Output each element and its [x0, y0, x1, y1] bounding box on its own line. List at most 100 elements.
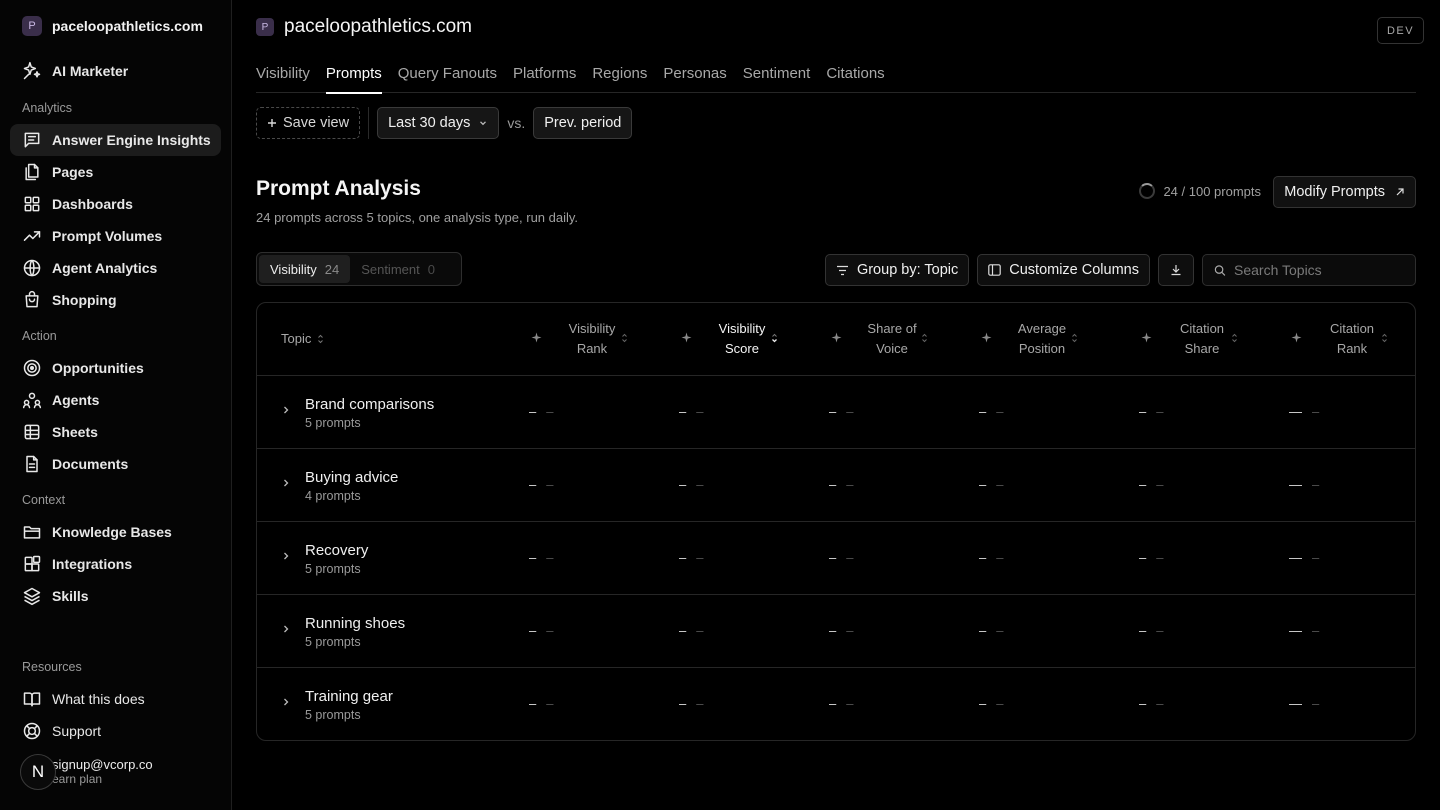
- tab-visibility[interactable]: Visibility: [256, 60, 310, 93]
- search-input[interactable]: [1234, 262, 1404, 278]
- document-icon: [26, 455, 38, 473]
- metric-delta: –: [696, 623, 704, 638]
- section-label-context: Context: [22, 493, 66, 507]
- sidebar-item-agents[interactable]: Agents: [10, 384, 221, 416]
- metric-cell: – –: [1139, 623, 1163, 638]
- chevron-right-icon[interactable]: [282, 405, 290, 415]
- column-header-share-of-voice[interactable]: Share of Voice: [831, 319, 981, 359]
- trending-up-icon: [23, 231, 41, 241]
- table-row[interactable]: Running shoes 5 prompts – – – – – – – – – – — –: [257, 595, 1415, 668]
- metric-cell: – –: [1139, 404, 1163, 419]
- save-view-button[interactable]: Save view: [256, 107, 361, 139]
- sidebar-item-ai-marketer[interactable]: AI Marketer: [10, 55, 221, 87]
- table-row[interactable]: Recovery 5 prompts – – – – – – – – – – — –: [257, 522, 1415, 595]
- metric-cell: – –: [829, 696, 853, 711]
- sidebar-item-label: Sheets: [52, 424, 98, 440]
- compare-period-label: Prev. period: [544, 115, 622, 131]
- column-header-visibility-rank[interactable]: Visibility Rank: [531, 319, 681, 359]
- metric-value: —: [1289, 696, 1302, 711]
- search-icon: [1214, 264, 1226, 276]
- metric-delta: –: [1156, 550, 1164, 565]
- metric-value: –: [979, 477, 987, 492]
- column-header-citation-share[interactable]: Citation Share: [1141, 319, 1291, 359]
- tab-citations[interactable]: Citations: [826, 60, 884, 93]
- segment-sentiment[interactable]: Sentiment 0: [350, 255, 446, 283]
- chevron-right-icon[interactable]: [282, 624, 290, 634]
- metric-delta: –: [846, 550, 854, 565]
- sidebar-item-prompt-volumes[interactable]: Prompt Volumes: [10, 220, 221, 252]
- sidebar-item-what-this-does[interactable]: What this does: [10, 683, 221, 715]
- table-row[interactable]: Training gear 5 prompts – – – – – – – – – – — –: [257, 668, 1415, 740]
- sidebar-item-dashboards[interactable]: Dashboards: [10, 188, 221, 220]
- metric-cell: – –: [979, 404, 1003, 419]
- topic-prompt-count: 4 prompts: [305, 489, 361, 503]
- sidebar-item-answer-engine-insights[interactable]: Answer Engine Insights: [10, 124, 221, 156]
- sparkle-icon: [531, 332, 542, 343]
- sidebar-item-opportunities[interactable]: Opportunities: [10, 352, 221, 384]
- download-icon: [1171, 265, 1181, 276]
- main-content: P paceloopathletics.com DEV Visibility P…: [256, 0, 1424, 810]
- metric-delta: –: [546, 404, 554, 419]
- metric-value: –: [1139, 404, 1147, 419]
- group-by-label: Group by: Topic: [856, 262, 959, 278]
- modify-prompts-button[interactable]: Modify Prompts: [1273, 176, 1416, 208]
- user-menu[interactable]: N signup@vcorp.co earn plan: [20, 754, 153, 790]
- metric-value: –: [829, 550, 837, 565]
- topic-name: Training gear: [305, 688, 393, 705]
- column-header-average-position[interactable]: Average Position: [981, 319, 1131, 359]
- column-header-line2: Rank: [1336, 341, 1368, 356]
- sidebar-item-agent-analytics[interactable]: Agent Analytics: [10, 252, 221, 284]
- sidebar-item-shopping[interactable]: Shopping: [10, 284, 221, 316]
- column-header-visibility-score[interactable]: Visibility Score: [681, 319, 831, 359]
- table-row[interactable]: Brand comparisons 5 prompts – – – – – – – – – – — –: [257, 376, 1415, 449]
- metric-cell: — –: [1289, 550, 1319, 565]
- sidebar-item-pages[interactable]: Pages: [10, 156, 221, 188]
- tab-regions[interactable]: Regions: [592, 60, 647, 93]
- metric-delta: –: [846, 696, 854, 711]
- download-button[interactable]: [1158, 254, 1194, 286]
- sidebar-item-support[interactable]: Support: [10, 715, 221, 747]
- table-row[interactable]: Buying advice 4 prompts – – – – – – – – – – — –: [257, 449, 1415, 522]
- search-box[interactable]: [1202, 254, 1416, 286]
- sidebar-item-knowledge-bases[interactable]: Knowledge Bases: [10, 516, 221, 548]
- workspace-switcher[interactable]: P paceloopathletics.com: [22, 16, 203, 36]
- compare-period-select[interactable]: Prev. period: [533, 107, 633, 139]
- customize-columns-button[interactable]: Customize Columns: [977, 254, 1150, 286]
- metric-value: –: [679, 696, 687, 711]
- column-header-label: Average Position: [1007, 319, 1077, 359]
- chevron-right-icon[interactable]: [282, 551, 290, 561]
- sort-icon: [622, 333, 627, 343]
- metric-value: –: [529, 550, 537, 565]
- table-icon: [24, 424, 40, 440]
- sidebar-item-integrations[interactable]: Integrations: [10, 548, 221, 580]
- sparkle-icon: [831, 332, 842, 343]
- date-range-select[interactable]: Last 30 days: [377, 107, 500, 139]
- sidebar-item-documents[interactable]: Documents: [10, 448, 221, 480]
- sidebar-item-label: Support: [52, 723, 102, 739]
- tab-sentiment[interactable]: Sentiment: [743, 60, 811, 93]
- tab-query-fanouts[interactable]: Query Fanouts: [398, 60, 497, 93]
- chevron-right-icon[interactable]: [282, 697, 290, 707]
- table-header: Topic Visibility Rank Visibility Score Share…: [257, 303, 1415, 376]
- column-header-line1: Share of: [867, 321, 917, 336]
- metric-value: –: [1139, 623, 1147, 638]
- tab-prompts[interactable]: Prompts: [325, 60, 382, 94]
- table-tools: Group by: Topic Customize Columns: [824, 254, 1416, 286]
- sidebar-item-skills[interactable]: Skills: [10, 580, 221, 612]
- metric-cell: – –: [979, 623, 1003, 638]
- tab-bar: Visibility Prompts Query Fanouts Platfor…: [256, 60, 1416, 94]
- metric-delta: –: [996, 477, 1004, 492]
- column-header-citation-rank[interactable]: Citation Rank: [1291, 319, 1415, 359]
- column-header-line2: Voice: [876, 341, 908, 356]
- segment-visibility[interactable]: Visibility 24: [259, 255, 351, 283]
- tab-personas[interactable]: Personas: [663, 60, 726, 93]
- tab-platforms[interactable]: Platforms: [513, 60, 576, 93]
- chevron-right-icon[interactable]: [282, 478, 290, 488]
- sidebar-item-label: Integrations: [52, 556, 133, 572]
- column-header-topic[interactable]: Topic: [281, 331, 324, 346]
- columns-icon: [988, 264, 1002, 276]
- metric-cell: – –: [829, 404, 853, 419]
- sort-icon: [1382, 333, 1387, 343]
- sidebar-item-sheets[interactable]: Sheets: [10, 416, 221, 448]
- group-by-button[interactable]: Group by: Topic: [824, 254, 970, 286]
